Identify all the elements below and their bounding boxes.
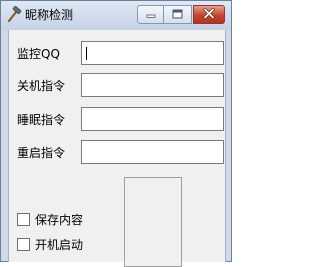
- autostart-checkbox[interactable]: [17, 238, 30, 251]
- monitor-qq-label: 监控QQ: [17, 47, 60, 61]
- sleep-command-input[interactable]: [81, 107, 224, 131]
- close-button[interactable]: [193, 5, 225, 24]
- image-panel: [124, 177, 182, 267]
- client-area: 监控QQ 关机指令 睡眠指令 重启指令 保存内容 开机启动: [8, 30, 226, 267]
- monitor-qq-input[interactable]: [81, 41, 224, 65]
- title-bar[interactable]: 昵称检测: [1, 1, 231, 30]
- minimize-icon: [146, 8, 156, 22]
- restart-command-input[interactable]: [81, 140, 224, 164]
- shutdown-command-label: 关机指令: [17, 79, 66, 93]
- save-content-label[interactable]: 保存内容: [35, 212, 83, 228]
- save-content-checkbox[interactable]: [17, 213, 30, 226]
- close-icon: [203, 7, 215, 22]
- maximize-button[interactable]: [164, 5, 192, 24]
- maximize-icon: [172, 8, 183, 22]
- window-title: 昵称检测: [25, 8, 74, 22]
- restart-command-label: 重启指令: [17, 146, 66, 160]
- autostart-label[interactable]: 开机启动: [35, 237, 83, 253]
- text-caret: [86, 47, 87, 60]
- minimize-button[interactable]: [137, 5, 164, 24]
- app-window: 昵称检测 监控QQ 关机指令 睡眠指令 重启指令 保存内容 开机启动: [0, 0, 232, 267]
- hammer-icon: [5, 6, 23, 24]
- sleep-command-label: 睡眠指令: [17, 113, 66, 127]
- shutdown-command-input[interactable]: [81, 73, 224, 97]
